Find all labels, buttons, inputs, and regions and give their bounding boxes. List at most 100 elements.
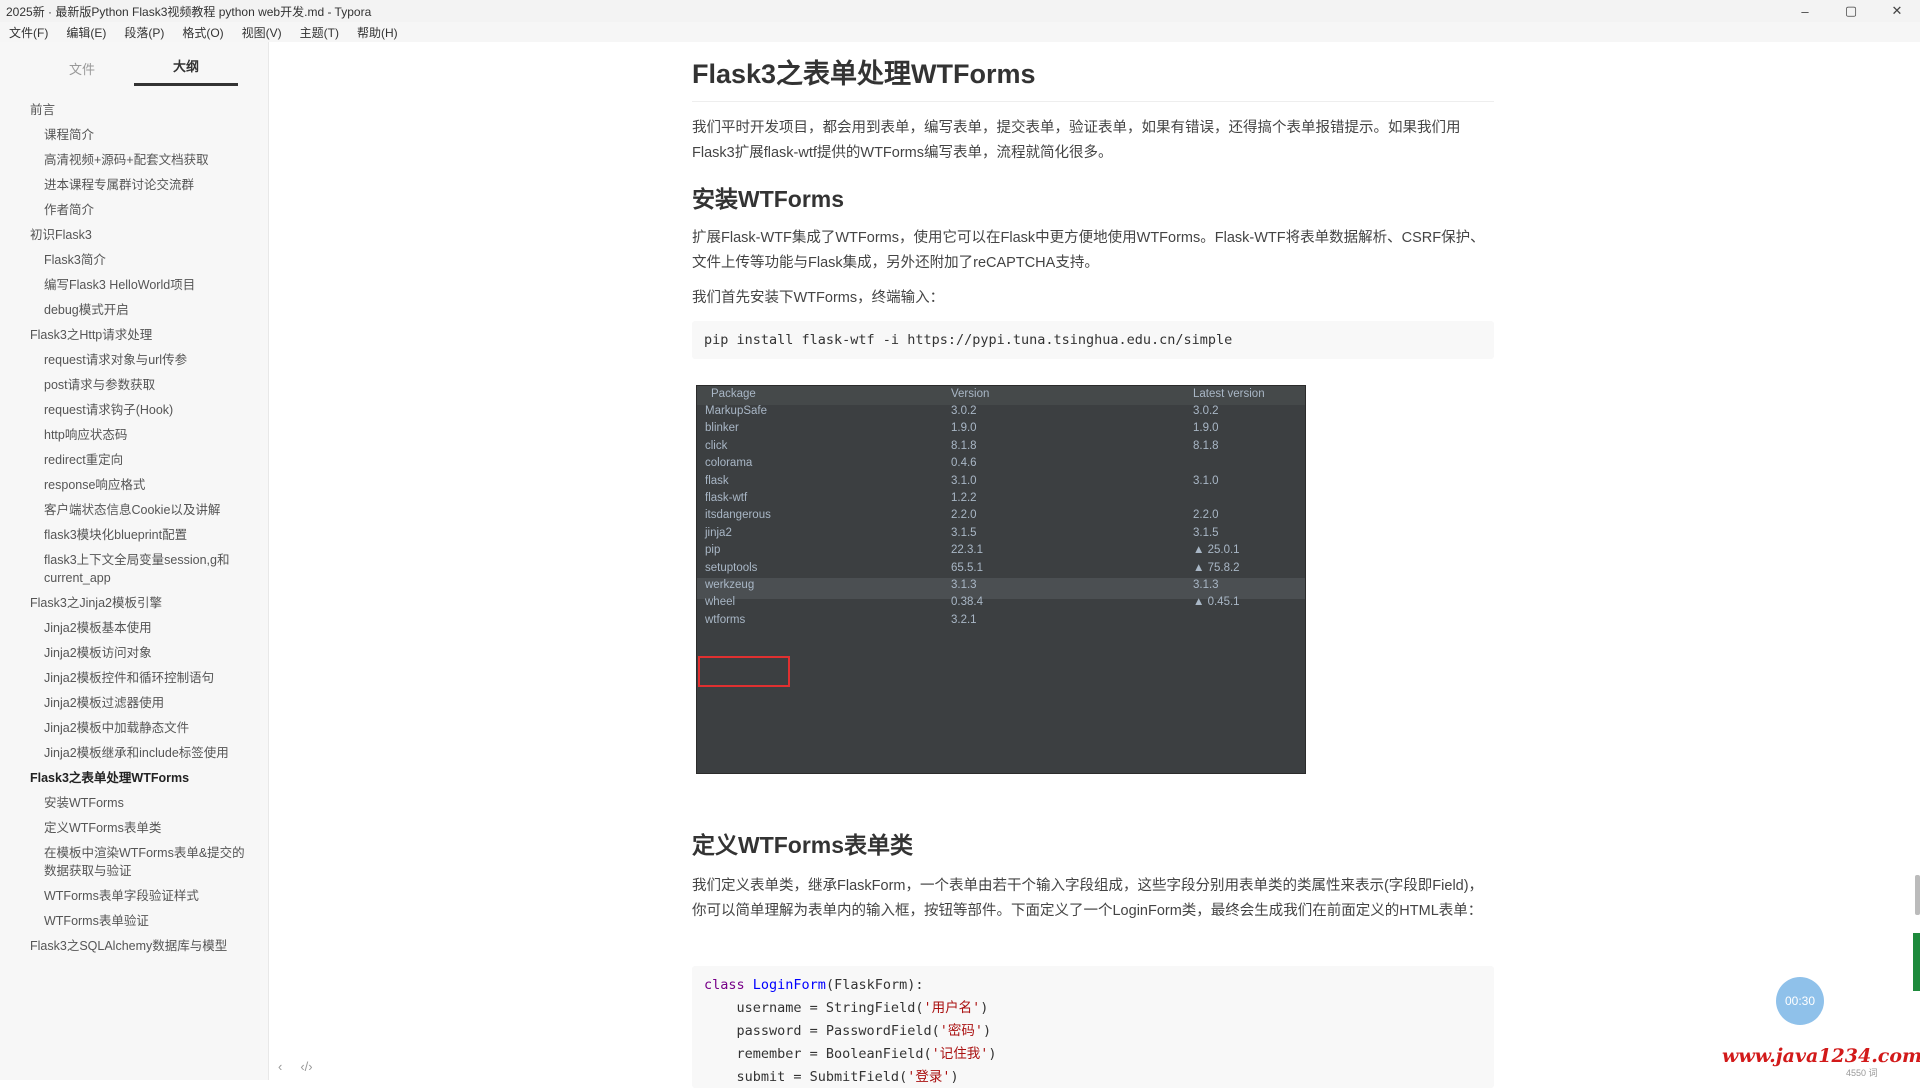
code-icon[interactable]: ‹/› bbox=[300, 1059, 312, 1074]
tab-outline[interactable]: 大纲 bbox=[134, 56, 238, 86]
watermark-text: www.java1234.com bbox=[1722, 1045, 1920, 1067]
outline-item[interactable]: Jinja2模板继承和include标签使用 bbox=[0, 741, 268, 766]
tab-files[interactable]: 文件 bbox=[30, 59, 134, 86]
outline-item[interactable]: response响应格式 bbox=[0, 473, 268, 498]
outline-item[interactable]: Flask3之SQLAlchemy数据库与模型 bbox=[0, 934, 268, 959]
outline-item[interactable]: 编写Flask3 HelloWorld项目 bbox=[0, 273, 268, 298]
outline-item[interactable]: flask3上下文全局变量session,g和current_app bbox=[0, 548, 268, 591]
package-name: blinker bbox=[705, 422, 739, 435]
code-line-2: username = StringField('用户名') bbox=[704, 1000, 989, 1016]
minimize-button[interactable]: – bbox=[1782, 0, 1828, 22]
package-latest: ▲ 75.8.2 bbox=[1193, 561, 1240, 574]
outline-item[interactable]: Jinja2模板基本使用 bbox=[0, 616, 268, 641]
outline-item[interactable]: Jinja2模板访问对象 bbox=[0, 641, 268, 666]
package-name: wtforms bbox=[705, 613, 746, 626]
outline-item[interactable]: 客户端状态信息Cookie以及讲解 bbox=[0, 498, 268, 523]
outline-item[interactable]: 高清视频+源码+配套文档获取 bbox=[0, 148, 268, 173]
menu-bar: 文件(F) 编辑(E) 段落(P) 格式(O) 视图(V) 主题(T) 帮助(H… bbox=[0, 22, 1920, 42]
package-version: 1.2.2 bbox=[951, 492, 977, 504]
code-line-3: password = PasswordField('密码') bbox=[704, 1023, 992, 1039]
close-button[interactable]: ✕ bbox=[1874, 0, 1920, 22]
package-version: 3.0.2 bbox=[951, 405, 977, 417]
package-latest: 2.2.0 bbox=[1193, 509, 1219, 522]
outline-item[interactable]: http响应状态码 bbox=[0, 423, 268, 448]
heading-define: 定义WTForms表单类 bbox=[692, 832, 914, 858]
package-name: wheel bbox=[705, 596, 736, 609]
menu-theme[interactable]: 主题(T) bbox=[291, 24, 348, 41]
outline-item[interactable]: 安装WTForms bbox=[0, 791, 268, 816]
outline-item[interactable]: Jinja2模板中加载静态文件 bbox=[0, 716, 268, 741]
menu-format[interactable]: 格式(O) bbox=[173, 24, 232, 41]
outline-item[interactable]: debug模式开启 bbox=[0, 298, 268, 323]
outline-item[interactable]: 在模板中渲染WTForms表单&提交的数据获取与验证 bbox=[0, 841, 268, 884]
package-name: itsdangerous bbox=[705, 509, 771, 522]
outline-item[interactable]: Flask3之Http请求处理 bbox=[0, 323, 268, 348]
outline-item[interactable]: Flask3之表单处理WTForms bbox=[0, 766, 268, 791]
package-name: click bbox=[705, 439, 728, 452]
package-latest: 3.1.3 bbox=[1193, 579, 1219, 591]
sidebar-footer: ‹ ‹/› bbox=[278, 1059, 313, 1074]
outline-item[interactable]: flask3模块化blueprint配置 bbox=[0, 523, 268, 548]
package-name: MarkupSafe bbox=[705, 405, 768, 417]
menu-file[interactable]: 文件(F) bbox=[0, 24, 57, 41]
sidebar-tabs: 文件 大纲 bbox=[0, 42, 268, 86]
install-command-code[interactable]: pip install flask-wtf -i https://pypi.tu… bbox=[692, 321, 1494, 359]
menu-paragraph[interactable]: 段落(P) bbox=[115, 24, 173, 41]
heading-install: 安装WTForms bbox=[692, 186, 845, 212]
package-latest: 8.1.8 bbox=[1193, 439, 1219, 452]
outline-item[interactable]: 课程简介 bbox=[0, 123, 268, 148]
outline-item[interactable]: post请求与参数获取 bbox=[0, 373, 268, 398]
menu-help[interactable]: 帮助(H) bbox=[348, 24, 407, 41]
package-version: 8.1.8 bbox=[951, 439, 977, 452]
install-paragraph: 扩展Flask-WTF集成了WTForms，使用它可以在Flask中更方便地使用… bbox=[692, 230, 1485, 271]
code-line-1: class LoginForm(FlaskForm): bbox=[704, 977, 924, 993]
package-latest: 1.9.0 bbox=[1193, 422, 1219, 435]
outline-item[interactable]: request请求对象与url传参 bbox=[0, 348, 268, 373]
package-list-image: Package Version Latest version MarkupSaf… bbox=[696, 385, 1306, 774]
package-version: 0.4.6 bbox=[951, 457, 977, 470]
outline-item[interactable]: 初识Flask3 bbox=[0, 223, 268, 248]
recording-timer[interactable]: 00:30 bbox=[1776, 977, 1824, 1025]
outline-item[interactable]: Flask3简介 bbox=[0, 248, 268, 273]
package-version: 0.38.4 bbox=[951, 596, 983, 609]
outline-item[interactable]: redirect重定向 bbox=[0, 448, 268, 473]
package-version: 2.2.0 bbox=[951, 509, 977, 522]
outline-item[interactable]: WTForms表单验证 bbox=[0, 909, 268, 934]
side-indicator bbox=[1913, 933, 1920, 991]
outline-item[interactable]: 作者简介 bbox=[0, 198, 268, 223]
chevron-left-icon[interactable]: ‹ bbox=[278, 1059, 282, 1074]
scrollbar-thumb[interactable] bbox=[1915, 875, 1920, 915]
wtforms-highlight-box bbox=[698, 656, 790, 687]
define-paragraph: 我们定义表单类，继承FlaskForm，一个表单由若干个输入字段组成，这些字段分… bbox=[692, 878, 1484, 919]
package-latest: ▲ 25.0.1 bbox=[1193, 544, 1240, 557]
package-name: pip bbox=[705, 544, 721, 557]
package-name: setuptools bbox=[705, 561, 758, 574]
package-version: 3.1.3 bbox=[951, 579, 977, 591]
maximize-button[interactable]: ▢ bbox=[1828, 0, 1874, 22]
code-line-4: remember = BooleanField('记住我') bbox=[704, 1046, 997, 1062]
loginform-code-block[interactable]: class LoginForm(FlaskForm): username = S… bbox=[692, 966, 1494, 1088]
word-count[interactable]: 4550 词 bbox=[1846, 1066, 1878, 1079]
intro-paragraph: 我们平时开发项目，都会用到表单，编写表单，提交表单，验证表单，如果有错误，还得搞… bbox=[692, 120, 1461, 161]
document-body-lower: 定义WTForms表单类 我们定义表单类，继承FlaskForm，一个表单由若干… bbox=[692, 826, 1494, 924]
package-name: werkzeug bbox=[705, 579, 755, 591]
menu-view[interactable]: 视图(V) bbox=[233, 24, 291, 41]
outline-item[interactable]: 进本课程专属群讨论交流群 bbox=[0, 173, 268, 198]
outline-item[interactable]: Jinja2模板控件和循环控制语句 bbox=[0, 666, 268, 691]
outline-item[interactable]: Flask3之Jinja2模板引擎 bbox=[0, 591, 268, 616]
doc-title: Flask3之表单处理WTForms bbox=[692, 52, 1494, 102]
outline-item[interactable]: Jinja2模板过滤器使用 bbox=[0, 691, 268, 716]
menu-edit[interactable]: 编辑(E) bbox=[57, 24, 115, 41]
outline-item[interactable]: 定义WTForms表单类 bbox=[0, 816, 268, 841]
package-name: jinja2 bbox=[705, 526, 732, 539]
package-latest: ▲ 0.45.1 bbox=[1193, 596, 1240, 609]
sidebar: 文件 大纲 前言 课程简介 高清视频+源码+配套文档获取 进本课程专属群讨论交流群 作者… bbox=[0, 42, 269, 1080]
column-header-package: Package bbox=[711, 388, 756, 400]
code-line-5: submit = SubmitField('登录') bbox=[704, 1069, 959, 1085]
outline-item[interactable]: request请求钩子(Hook) bbox=[0, 398, 268, 423]
package-version: 3.1.5 bbox=[951, 526, 977, 539]
package-name: colorama bbox=[705, 457, 753, 470]
package-name: flask bbox=[705, 474, 729, 487]
outline-item[interactable]: 前言 bbox=[0, 98, 268, 123]
outline-item[interactable]: WTForms表单字段验证样式 bbox=[0, 884, 268, 909]
